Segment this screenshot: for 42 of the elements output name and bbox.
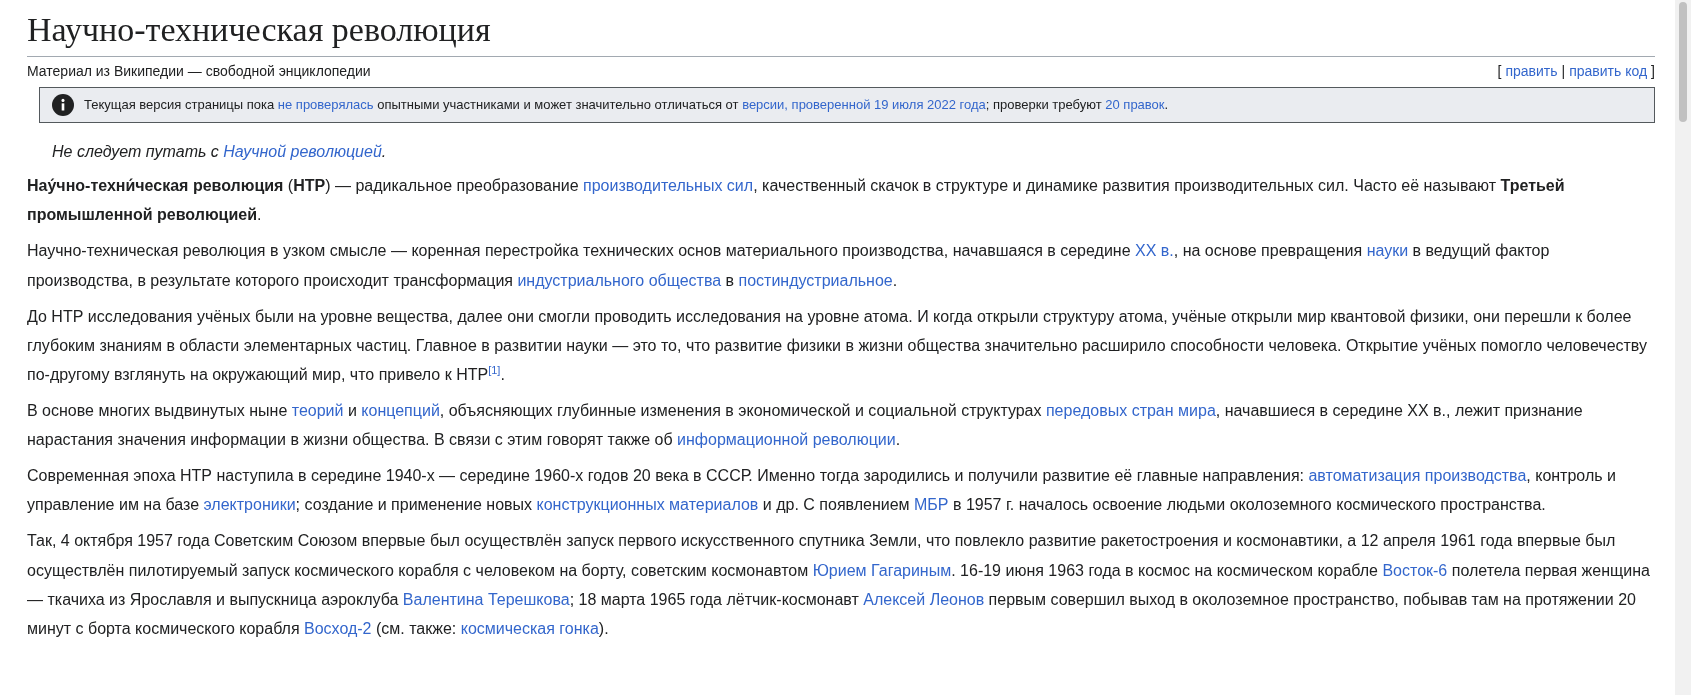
paragraph: Так, 4 октября 1957 года Советским Союзом впервые был осуществлён запуск первого искусственного спутника Земли, что повлекло развитие ракетостроения и космонавтики, а 12 апреля 1961 года впервые был осуществлён пилотируемый запуск космического корабля с человеком на борту, советским космонавтом Юрием Гагариным. 16-19 июня 1963 года в космос на космическом корабле Восток-6 полетела первая женщина — ткачиха из Ярославля и выпускница аэроклуба Валентина Терешкова; 18 марта 1965 года лётчик-космонавт Алексей Леонов первым совершил выход в околоземное пространство, побывав там на протяжении 20 минут с борта космического корабля Восход-2 (см. также: космическая гонка). [27, 531, 1651, 639]
article-link[interactable]: Юрием Гагариным [812, 561, 952, 579]
scrollbar[interactable] [1675, 0, 1691, 695]
article-link[interactable]: МБР [914, 496, 949, 514]
site-subtitle: Материал из Википедии — свободной энциклопедии [27, 63, 371, 80]
article-link[interactable]: индустриального общества [517, 271, 722, 289]
article-link[interactable]: электроники [203, 496, 296, 514]
article-link[interactable]: Восход-2 [304, 619, 372, 637]
article-link[interactable]: Научной революцией [223, 143, 382, 161]
bracket: ] [1651, 63, 1655, 80]
article-link[interactable]: информационной революции [677, 431, 896, 449]
article-link[interactable]: космическая гонка [460, 619, 599, 637]
article-link[interactable]: 20 правок [1105, 96, 1165, 112]
article-link[interactable]: производительных сил [583, 177, 754, 195]
scroll-thumb[interactable] [1679, 2, 1687, 122]
article-link[interactable]: теорий [291, 401, 344, 419]
page-title: Научно-техническая революция [27, 8, 1655, 58]
paragraph: Научно-техническая революция в узком смысле — коренная перестройка технических основ материального производства, начавшаяся в середине XX в., на основе превращения науки в ведущий фактор производства, в результате которого происходит трансформация индустриального общества в постиндустриальное. [27, 241, 1551, 291]
article-link[interactable]: не проверялась [277, 96, 374, 112]
article-link[interactable]: автоматизация производства [1308, 467, 1527, 485]
article-link[interactable]: передовых стран мира [1045, 401, 1216, 419]
hatnote: Не следует путать с Научной революцией. [52, 143, 388, 162]
edit-link[interactable]: править код [1569, 63, 1648, 80]
footnote-link[interactable]: [1] [488, 363, 501, 376]
notice-text: Текущая версия страницы пока не проверялась опытными участниками и может значительно отличаться от версии, проверенной 19 июля 2022 года; проверки требуют 20 правок. [84, 95, 1169, 114]
paragraph: Нау́чно-техни́ческая революция (НТР) — радикальное преобразование производительных сил, качественный скачок в структуре и динамике развития производительных сил. Часто её называют Третьей промышленной революцией. [27, 176, 1566, 226]
article-link[interactable]: XX в. [1135, 242, 1174, 260]
article-link[interactable]: науки [1366, 242, 1409, 260]
article-link[interactable]: Алексей Леонов [863, 590, 985, 608]
article-link[interactable]: конструкционных материалов [536, 496, 759, 514]
info-icon [52, 94, 74, 117]
article-link[interactable]: концепций [361, 401, 440, 419]
paragraph: Современная эпоха НТР наступила в середине 1940-х — середине 1960-х годов 20 века в СССР. Именно тогда зародились и получили развитие её главные направления: автоматизация производства, контроль и управление им на базе электроники; создание и применение новых конструкционных материалов и др. С появлением МБР в 1957 г. началось освоение людьми околоземного космического пространства. [27, 466, 1617, 516]
paragraph: До НТР исследования учёных были на уровне вещества, далее они смогли проводить исследования на уровне атома. И когда открыли структуру атома, учёные открыли мир квантовой физики, они перешли к более глубоким знаниям в области элементарных частиц. Главное в развитии науки — это то, что развитие физики в жизни общества значительно расширило способности человека. Открытие учёных помогло человечеству по-другому взглянуть на окружающий мир, что привело к НТР$^{[1]}$. [27, 306, 1648, 385]
article-link[interactable]: постиндустриальное [738, 271, 893, 289]
paragraph: В основе многих выдвинутых ныне теорий и концепций, объясняющих глубинные изменения в экономической и социальной структурах передовых стран мира, начавшиеся в середине XX в., лежит признание нарастания значения информации в жизни общества. В связи с этим говорят также об информационной революции. [27, 400, 1584, 451]
article-link[interactable]: Восток-6 [1382, 561, 1448, 579]
article-link[interactable]: Валентина Терешкова [402, 590, 570, 608]
article-link[interactable]: версии, проверенной 19 июля 2022 года [742, 96, 986, 112]
bracket: [ [1497, 63, 1502, 80]
separator: | [1561, 63, 1566, 80]
edit-link[interactable]: править [1505, 63, 1558, 80]
